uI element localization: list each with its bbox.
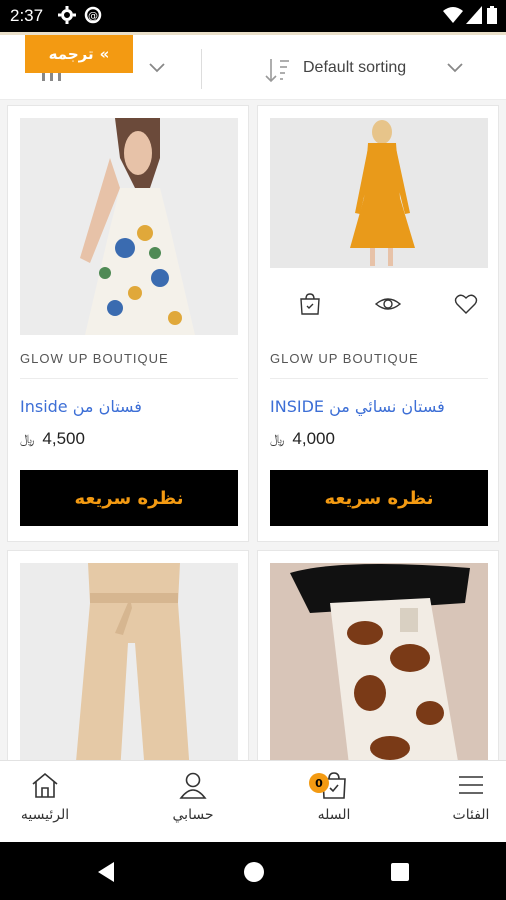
product-image[interactable]	[270, 118, 488, 268]
nav-home[interactable]: الرئيسيه	[0, 771, 100, 823]
nav-home-label: الرئيسيه	[20, 807, 70, 823]
sort-icon[interactable]	[263, 57, 291, 83]
product-card[interactable]: GLOW UP BOUTIQUE فستان من Inside ﷼ 4,500…	[7, 105, 249, 542]
wifi-icon	[443, 7, 463, 23]
card-divider	[20, 378, 238, 379]
home-icon	[32, 772, 58, 798]
card-divider	[270, 378, 488, 379]
product-grid: GLOW UP BOUTIQUE فستان من Inside ﷼ 4,500…	[0, 100, 506, 760]
translate-label: ترجمه	[48, 45, 94, 63]
currency-symbol: ﷼	[20, 431, 35, 446]
product-card[interactable]	[257, 550, 499, 760]
back-icon[interactable]	[96, 861, 116, 883]
recents-icon[interactable]	[390, 862, 410, 882]
product-card[interactable]	[7, 550, 249, 760]
sort-chevron-icon[interactable]	[446, 61, 464, 75]
nav-account[interactable]: حسابي	[138, 771, 248, 823]
product-price: ﷼ 4,000	[270, 429, 335, 449]
product-card[interactable]: GLOW UP BOUTIQUE فستان نسائي من INSIDE ﷼…	[257, 105, 499, 542]
bottom-navigation: الرئيسيه حسابي 0 السله الفئات	[0, 760, 506, 842]
price-value: 4,000	[292, 429, 335, 448]
nav-account-label: حسابي	[172, 807, 214, 823]
system-navigation-bar	[0, 842, 506, 900]
add-to-cart-icon[interactable]	[298, 292, 322, 316]
status-time: 2:37	[10, 6, 44, 25]
currency-symbol: ﷼	[270, 431, 285, 446]
product-title[interactable]: فستان نسائي من INSIDE	[270, 397, 488, 416]
product-brand: GLOW UP BOUTIQUE	[270, 351, 419, 366]
svg-text:@: @	[88, 11, 98, 22]
nav-cart-label: السله	[317, 807, 351, 823]
user-icon	[179, 772, 207, 799]
sort-dropdown-label[interactable]: Default sorting	[303, 59, 406, 77]
nav-categories-label: الفئات	[452, 807, 490, 823]
signal-icon	[466, 6, 482, 24]
menu-icon	[459, 776, 483, 794]
product-actions	[298, 292, 478, 316]
quick-view-button[interactable]: نظره سريعه	[270, 470, 488, 526]
product-image[interactable]	[20, 118, 238, 335]
price-value: 4,500	[42, 429, 85, 448]
status-bar: 2:37 @	[0, 0, 506, 32]
settings-icon	[58, 6, 76, 24]
product-brand: GLOW UP BOUTIQUE	[20, 351, 169, 366]
cart-count-badge: 0	[309, 773, 329, 793]
filter-toolbar: Default sorting ترجمه «	[0, 32, 506, 100]
translate-button[interactable]: ترجمه «	[25, 35, 133, 73]
product-title[interactable]: فستان من Inside	[20, 397, 238, 416]
data-saver-icon: @	[84, 6, 102, 24]
chevron-down-icon[interactable]	[148, 61, 166, 75]
translate-arrows: «	[99, 45, 110, 63]
battery-icon	[487, 6, 497, 24]
nav-categories[interactable]: الفئات	[416, 771, 506, 823]
quick-view-eye-icon[interactable]	[375, 292, 401, 316]
nav-cart[interactable]: 0 السله	[279, 771, 389, 823]
product-image[interactable]	[270, 563, 488, 760]
home-circle-icon[interactable]	[243, 861, 265, 883]
wishlist-heart-icon[interactable]	[454, 292, 478, 316]
product-price: ﷼ 4,500	[20, 429, 85, 449]
toolbar-divider	[201, 49, 202, 89]
quick-view-button[interactable]: نظره سريعه	[20, 470, 238, 526]
product-image[interactable]	[20, 563, 238, 760]
